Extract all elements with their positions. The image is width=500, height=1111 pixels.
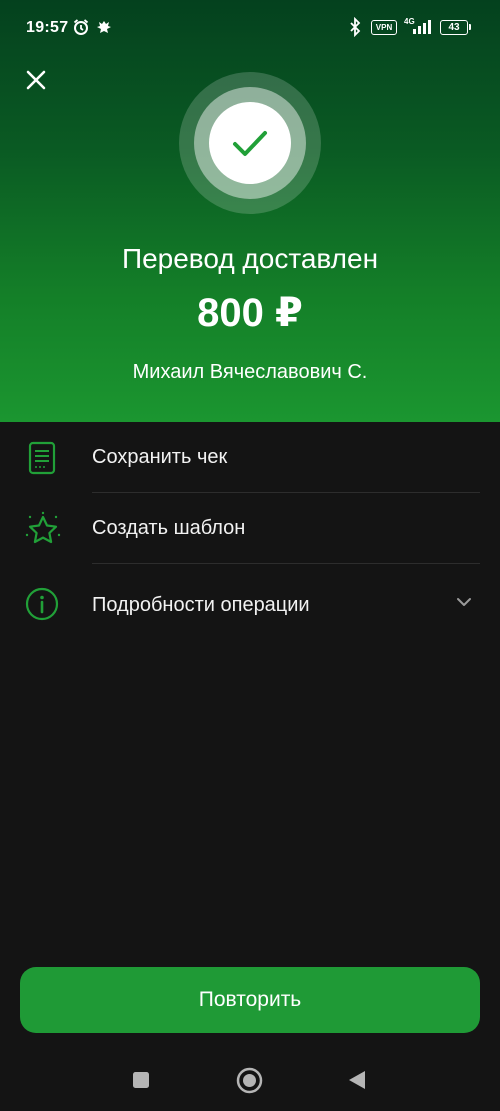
- status-bar: 19:57 VPN 4G 43: [0, 0, 500, 56]
- alarm-icon: [73, 19, 89, 35]
- recents-icon[interactable]: [131, 1070, 151, 1090]
- signal-icon: [413, 20, 431, 34]
- navigation-bar: [0, 1050, 500, 1111]
- status-time: 19:57: [26, 19, 69, 36]
- battery-tip: [469, 24, 471, 30]
- divider: [92, 563, 480, 564]
- create-template-label: Создать шаблон: [92, 517, 246, 539]
- transfer-amount: 800 ₽: [197, 291, 303, 335]
- info-icon: [25, 587, 59, 621]
- vpn-badge: VPN: [371, 20, 397, 35]
- receipt-icon: [28, 441, 56, 475]
- bluetooth-icon: [350, 17, 361, 37]
- operation-details-item[interactable]: Подробности операции: [0, 570, 500, 640]
- save-receipt-item[interactable]: Сохранить чек: [0, 422, 500, 492]
- close-button[interactable]: [22, 66, 50, 94]
- chevron-down-icon[interactable]: [456, 596, 472, 608]
- recipient-name: Михаил Вячеславович С.: [132, 361, 368, 383]
- check-icon: [233, 131, 267, 156]
- star-icon: [25, 511, 61, 544]
- operation-details-label: Подробности операции: [92, 594, 310, 616]
- save-receipt-label: Сохранить чек: [92, 446, 228, 468]
- back-icon[interactable]: [346, 1069, 368, 1091]
- battery-level: 43: [440, 20, 468, 35]
- close-icon: [26, 70, 46, 90]
- home-icon[interactable]: [236, 1067, 263, 1094]
- emblem-icon: [97, 21, 111, 33]
- create-template-item[interactable]: Создать шаблон: [0, 493, 500, 563]
- repeat-button[interactable]: Повторить: [20, 967, 480, 1033]
- page-title: Перевод доставлен: [121, 243, 379, 274]
